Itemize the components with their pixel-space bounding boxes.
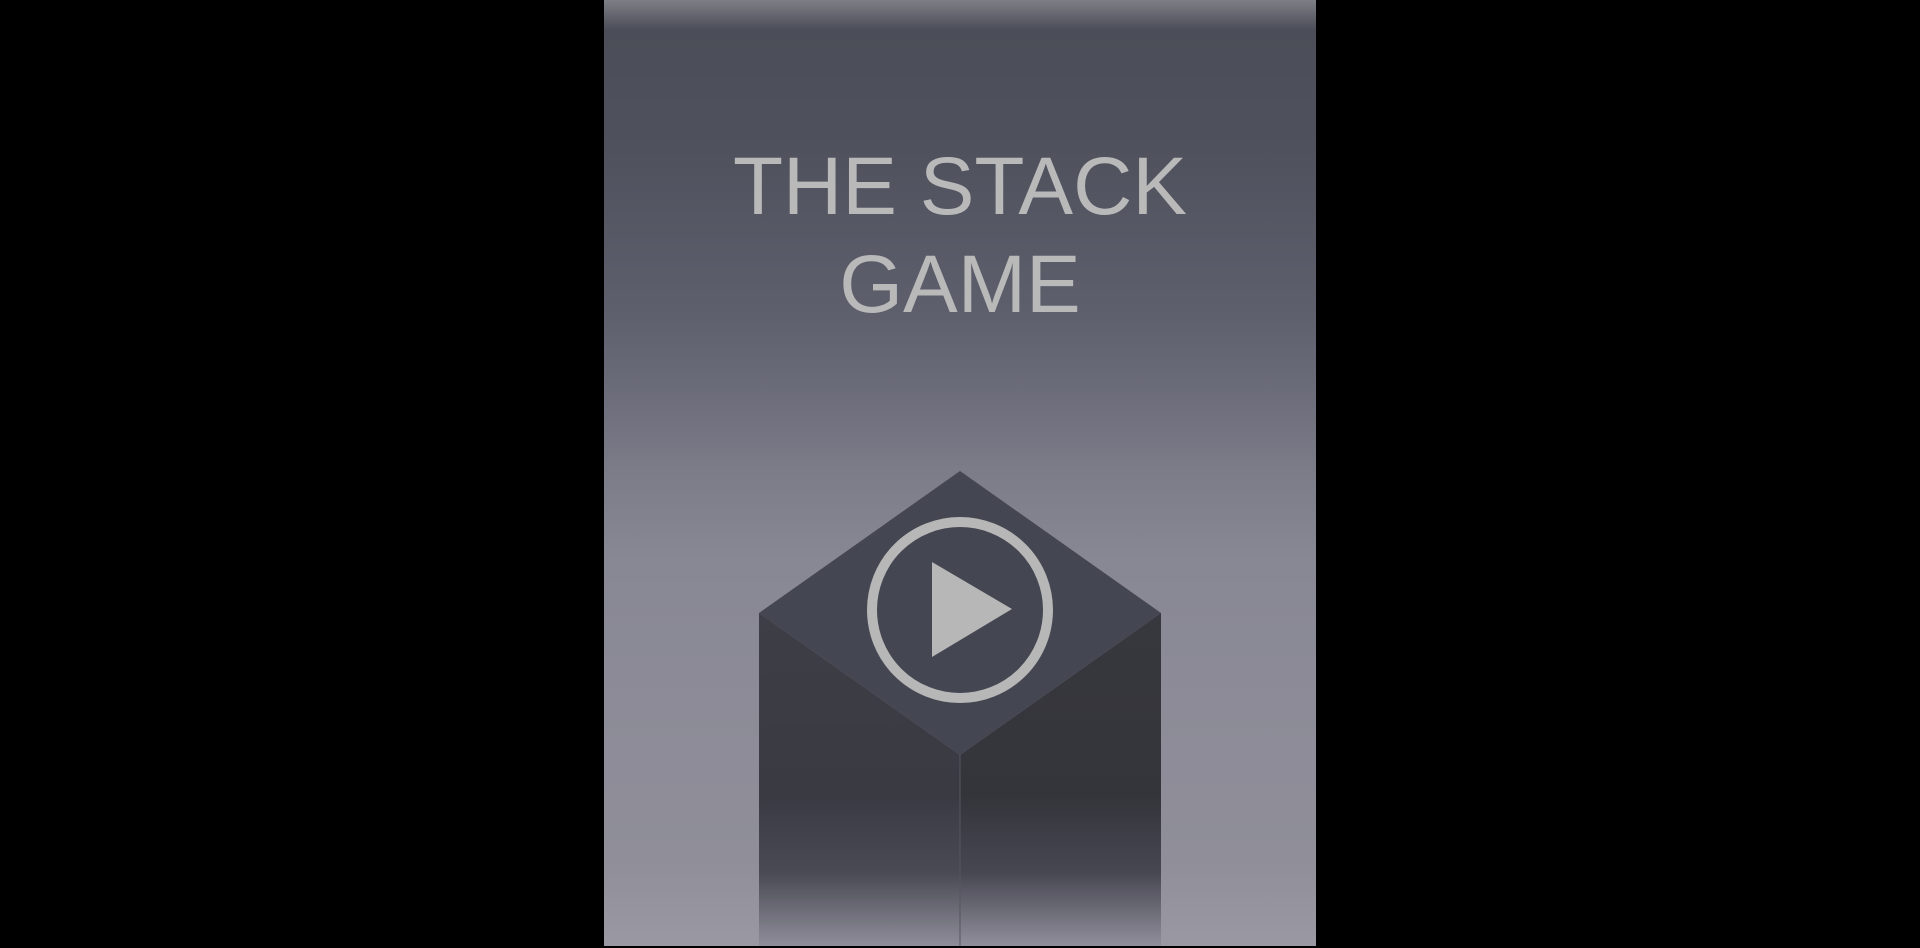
game-screen: THE STACK GAME [604,0,1316,946]
stack-scene [759,471,1161,946]
page-background: THE STACK GAME [0,0,1920,948]
play-button[interactable] [865,515,1055,705]
